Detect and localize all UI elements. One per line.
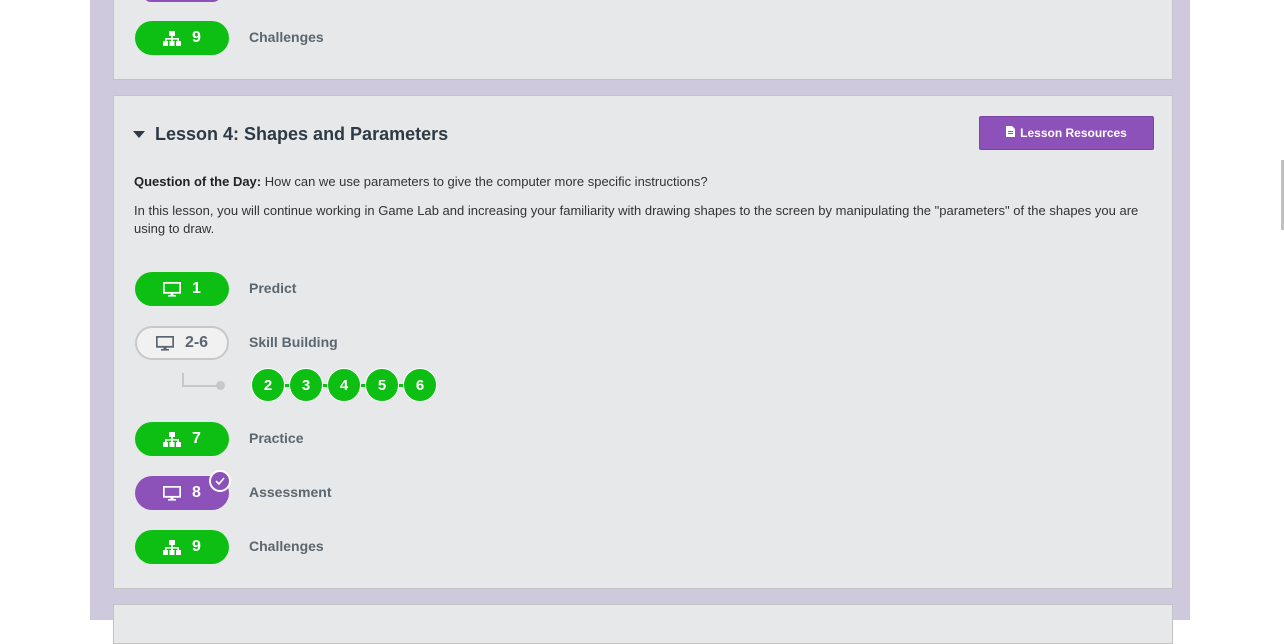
- flowchart-icon: [163, 30, 182, 46]
- flowchart-icon: [163, 431, 182, 447]
- level-name-practice[interactable]: Practice: [249, 430, 303, 446]
- monitor-icon: [155, 335, 174, 351]
- level-name-challenges[interactable]: Challenges: [249, 538, 324, 554]
- sublevel-bubble-5[interactable]: 5: [365, 368, 399, 402]
- level-bubble-practice[interactable]: 7: [135, 422, 229, 456]
- sublevel-bubble-3[interactable]: 3: [289, 368, 323, 402]
- lesson-title[interactable]: Lesson 4: Shapes and Parameters: [155, 124, 448, 145]
- level-number: 7: [192, 430, 201, 447]
- level-bubble-skill-building[interactable]: 2-6: [135, 326, 229, 360]
- sublevel-connector: [182, 385, 220, 387]
- flowchart-icon: [163, 539, 182, 555]
- previous-level-bubble-partial[interactable]: [143, 0, 221, 2]
- collapse-caret-icon[interactable]: [133, 131, 145, 138]
- monitor-icon: [163, 485, 182, 501]
- level-name-skill-building[interactable]: Skill Building: [249, 334, 338, 350]
- level-bubble-challenges-prev[interactable]: 9: [135, 21, 229, 55]
- question-text: How can we use parameters to give the co…: [261, 174, 708, 189]
- level-number: 8: [192, 484, 201, 501]
- sublevel-connector-dot: [216, 381, 225, 390]
- level-number: 9: [192, 538, 201, 555]
- sublevel-bubble-6[interactable]: 6: [403, 368, 437, 402]
- level-number: 1: [192, 280, 201, 297]
- question-label: Question of the Day:: [134, 174, 262, 189]
- level-name-challenges-prev[interactable]: Challenges: [249, 29, 324, 45]
- monitor-icon: [163, 281, 182, 297]
- level-bubble-predict[interactable]: 1: [135, 272, 229, 306]
- lesson-description: In this lesson, you will continue workin…: [134, 203, 1139, 236]
- level-name-assessment[interactable]: Assessment: [249, 484, 332, 500]
- level-bubble-challenges[interactable]: 9: [135, 530, 229, 564]
- level-number: 9: [192, 29, 201, 46]
- document-icon: [1006, 126, 1016, 140]
- submitted-check-icon: [209, 470, 231, 492]
- sublevel-bubble-2[interactable]: 2: [251, 368, 285, 402]
- question-of-the-day: Question of the Day: How can we use para…: [134, 174, 708, 189]
- next-lesson-card: [113, 604, 1173, 644]
- sublevel-bubble-4[interactable]: 4: [327, 368, 361, 402]
- lesson-resources-label: Lesson Resources: [1020, 126, 1127, 140]
- level-name-predict[interactable]: Predict: [249, 280, 296, 296]
- level-number: 2-6: [184, 334, 209, 351]
- lesson-resources-button[interactable]: Lesson Resources: [979, 116, 1154, 150]
